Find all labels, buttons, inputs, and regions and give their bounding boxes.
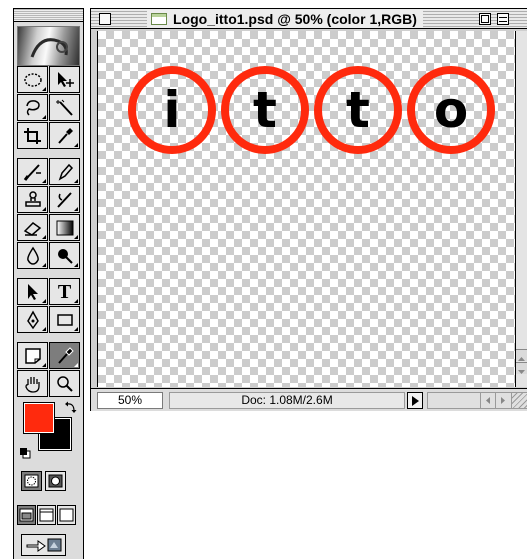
scroll-up-arrow[interactable] — [516, 349, 527, 361]
path-selection-tool-icon — [27, 283, 38, 300]
jump-to-imageready-button[interactable] — [21, 534, 66, 556]
rectangle-tool-icon — [56, 313, 73, 326]
zoom-level-field[interactable]: 50% — [97, 392, 163, 409]
document-size-info: Doc: 1.08M/2.6M — [169, 392, 405, 409]
scroll-down-arrow[interactable] — [516, 362, 527, 374]
pencil-tool[interactable] — [49, 158, 80, 185]
logo-letter-3: t — [346, 81, 370, 139]
pen-tool-icon — [26, 309, 39, 329]
eyedropper-tool-selected[interactable] — [49, 342, 80, 369]
burn-tool[interactable] — [49, 242, 80, 269]
move-tool[interactable] — [49, 66, 80, 93]
vertical-scrollbar[interactable] — [515, 31, 527, 387]
pencil-tool-icon — [58, 163, 73, 181]
photoshop-workspace: T Logo_itto1.psd @ 50% (color 1,RGB) i t… — [0, 0, 527, 559]
left-arrow-icon — [486, 397, 490, 404]
status-menu-arrow-button[interactable] — [407, 392, 423, 409]
full-screen-menu-mode-button[interactable] — [37, 505, 56, 525]
airbrush-tool[interactable] — [17, 158, 48, 185]
history-brush-tool[interactable] — [49, 186, 80, 213]
document-title: Logo_itto1.psd @ 50% (color 1,RGB) — [173, 11, 417, 27]
magic-wand-tool-icon — [55, 99, 73, 116]
marquee-tool-icon — [23, 72, 42, 87]
rectangle-tool[interactable] — [49, 306, 80, 333]
blur-tool[interactable] — [17, 242, 48, 269]
scroll-right-arrow[interactable] — [495, 393, 509, 408]
document-title-bar[interactable]: Logo_itto1.psd @ 50% (color 1,RGB) — [91, 9, 527, 29]
horizontal-scrollbar[interactable] — [427, 392, 527, 409]
burn-tool-icon — [57, 248, 73, 264]
quick-mask-mode-icon — [48, 474, 63, 488]
move-tool-icon — [57, 71, 74, 87]
tools-palette: T — [13, 8, 84, 559]
crop-tool[interactable] — [17, 122, 48, 149]
down-arrow-icon — [518, 370, 525, 374]
collapse-box-button[interactable] — [497, 13, 509, 25]
rubber-stamp-tool-icon — [24, 190, 41, 207]
logo-letter-4: o — [434, 81, 468, 139]
logo-letter-1: i — [163, 81, 180, 139]
document-status-bar: 50% Doc: 1.08M/2.6M — [91, 388, 527, 411]
blur-tool-icon — [26, 246, 39, 265]
gradient-tool[interactable] — [49, 214, 80, 241]
palette-drag-bar[interactable] — [14, 9, 83, 22]
eraser-tool-icon — [23, 221, 41, 236]
scroll-left-arrow[interactable] — [480, 393, 494, 408]
zoom-tool[interactable] — [49, 370, 80, 397]
magic-wand-tool[interactable] — [49, 94, 80, 121]
document-window: Logo_itto1.psd @ 50% (color 1,RGB) itto … — [90, 8, 527, 411]
path-selection-tool[interactable] — [17, 278, 48, 305]
history-brush-tool-icon — [56, 191, 72, 208]
full-screen-mode-icon — [59, 508, 74, 522]
jump-to-imageready-icon — [26, 538, 61, 552]
eraser-tool[interactable] — [17, 214, 48, 241]
standard-screen-mode-button[interactable] — [17, 505, 36, 525]
adobe-logo-button[interactable] — [17, 26, 80, 66]
standard-screen-mode-icon — [19, 508, 34, 522]
swap-colors-icon[interactable] — [64, 400, 78, 414]
default-colors-icon[interactable] — [19, 447, 31, 459]
standard-mode-button[interactable] — [21, 471, 42, 491]
itto-logo-artwork: itto — [128, 66, 495, 154]
type-tool-icon: T — [57, 280, 72, 303]
notes-tool[interactable] — [17, 342, 48, 369]
quick-mask-mode-button[interactable] — [45, 471, 66, 491]
logo-letter-2: t — [253, 81, 277, 139]
right-arrow-icon — [501, 397, 505, 404]
airbrush-tool-icon — [23, 163, 41, 181]
zoom-box-button[interactable] — [479, 13, 491, 25]
crop-tool-icon — [23, 127, 41, 144]
eyedropper-tool-icon — [57, 127, 73, 144]
title-group: Logo_itto1.psd @ 50% (color 1,RGB) — [147, 10, 423, 28]
hand-tool-icon — [24, 376, 40, 393]
image-canvas[interactable]: itto — [97, 31, 527, 387]
marquee-tool[interactable] — [17, 66, 48, 93]
eyedropper-selected-tool-icon — [57, 346, 74, 364]
type-tool[interactable]: T — [49, 278, 80, 305]
notes-tool-icon — [24, 347, 41, 364]
lasso-tool-icon — [25, 99, 40, 116]
zoom-tool-icon — [56, 375, 73, 392]
close-box-button[interactable] — [99, 13, 111, 25]
standard-mode-icon — [24, 474, 39, 488]
full-screen-menu-mode-icon — [39, 508, 54, 522]
rubber-stamp-tool[interactable] — [17, 186, 48, 213]
gradient-tool-icon — [56, 220, 73, 235]
hand-tool[interactable] — [17, 370, 48, 397]
pen-tool[interactable] — [17, 306, 48, 333]
eyedropper-tool[interactable] — [49, 122, 80, 149]
size-box[interactable] — [511, 393, 527, 408]
document-file-icon — [151, 13, 167, 25]
lasso-tool[interactable] — [17, 94, 48, 121]
foreground-color-swatch[interactable] — [23, 402, 55, 434]
full-screen-mode-button[interactable] — [57, 505, 76, 525]
